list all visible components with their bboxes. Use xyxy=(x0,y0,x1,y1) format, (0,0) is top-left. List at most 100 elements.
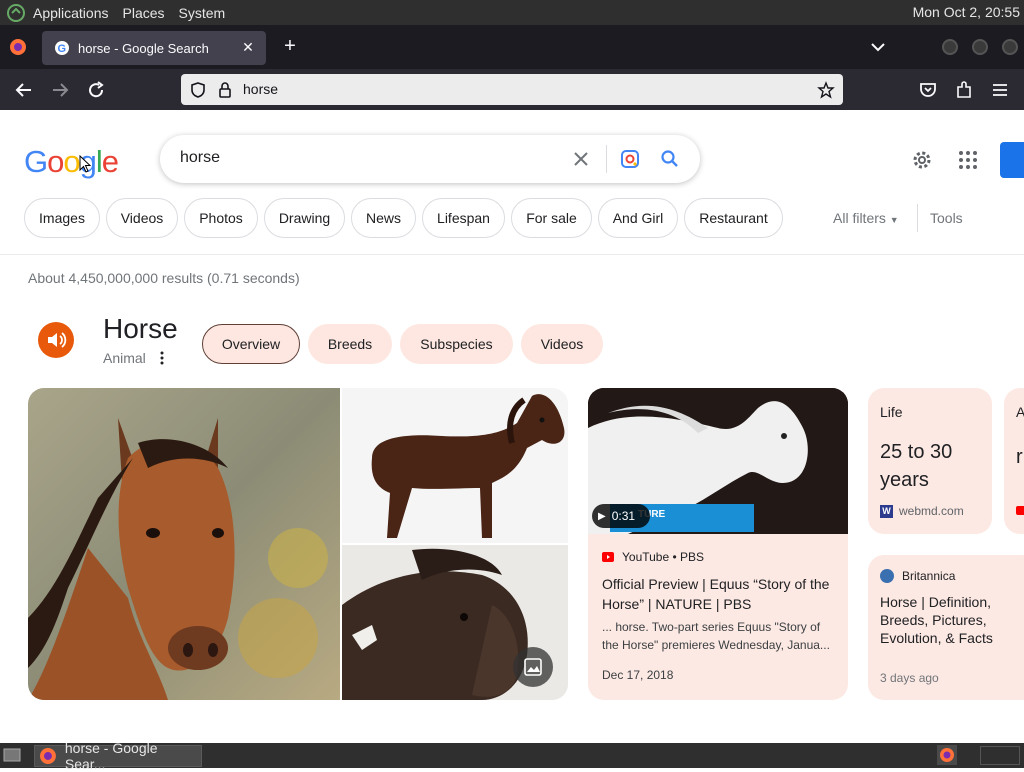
show-desktop-icon[interactable] xyxy=(3,748,21,762)
video-date: Dec 17, 2018 xyxy=(602,668,674,682)
tab-subspecies[interactable]: Subspecies xyxy=(400,324,513,364)
britannica-source: Britannica xyxy=(902,569,956,583)
settings-gear-icon[interactable] xyxy=(910,148,934,172)
top-panel: Applications Places System Mon Oct 2, 20… xyxy=(0,0,1024,25)
video-source: YouTube • PBS xyxy=(622,550,705,564)
menu-applications[interactable]: Applications xyxy=(26,5,116,21)
chip-photos[interactable]: Photos xyxy=(184,198,258,238)
tab-strip: G horse - Google Search ✕ + xyxy=(0,25,1024,69)
new-tab-button[interactable]: + xyxy=(278,35,302,59)
search-divider xyxy=(606,145,607,173)
lifespan-card[interactable]: Life 25 to 30 years W webmd.com xyxy=(868,388,992,534)
britannica-card[interactable]: Britannica Horse | Definition, Breeds, P… xyxy=(868,555,1024,700)
address-bar[interactable]: horse xyxy=(181,74,843,105)
britannica-title[interactable]: Horse | Definition, Breeds, Pictures, Ev… xyxy=(880,593,1000,647)
sign-in-button[interactable] xyxy=(1000,142,1024,178)
tab-google-search[interactable]: G horse - Google Search ✕ xyxy=(42,31,266,65)
svg-text:G: G xyxy=(58,43,67,55)
header-divider xyxy=(0,254,1024,255)
tools-button[interactable]: Tools xyxy=(930,210,963,226)
tab-videos[interactable]: Videos xyxy=(521,324,603,364)
britannica-date: 3 days ago xyxy=(880,671,939,685)
britannica-icon xyxy=(880,569,894,583)
chip-restaurant[interactable]: Restaurant xyxy=(684,198,783,238)
chip-videos[interactable]: Videos xyxy=(106,198,178,238)
all-filters-button[interactable]: All filters ▼ xyxy=(833,210,899,226)
url-text[interactable]: horse xyxy=(243,81,278,97)
lifespan-source-row: W webmd.com xyxy=(880,504,964,518)
clear-icon[interactable] xyxy=(570,148,592,170)
chevron-down-icon[interactable] xyxy=(868,37,888,57)
menu-places[interactable]: Places xyxy=(116,5,172,21)
image-search-button[interactable] xyxy=(513,647,553,687)
google-apps-icon[interactable] xyxy=(956,148,980,172)
close-tab-icon[interactable]: ✕ xyxy=(238,37,258,57)
clock[interactable]: Mon Oct 2, 20:55 xyxy=(913,4,1020,20)
reload-icon[interactable] xyxy=(85,79,107,101)
video-thumbnail[interactable]: TURE ▶ 0:31 xyxy=(588,388,848,534)
next-card-partial[interactable]: A r xyxy=(1004,388,1024,534)
entity-subtitle: Animal xyxy=(103,350,146,366)
horse-image-main[interactable] xyxy=(28,388,340,700)
taskbar-window-title: horse - Google Sear... xyxy=(64,740,158,772)
youtube-icon xyxy=(602,552,614,562)
firefox-menu-icon[interactable] xyxy=(8,37,28,57)
workspace-switcher[interactable] xyxy=(980,746,1020,765)
google-favicon-icon: G xyxy=(55,41,69,55)
image-icon xyxy=(524,658,542,676)
lock-icon[interactable] xyxy=(216,81,234,99)
firefox-icon xyxy=(39,748,56,764)
menu-system[interactable]: System xyxy=(172,5,233,21)
next-card-letter-2: r xyxy=(1016,446,1023,468)
gnome-logo-icon[interactable] xyxy=(6,3,26,23)
search-query[interactable]: horse xyxy=(180,149,220,167)
search-icon[interactable] xyxy=(659,148,681,170)
horse-head-image xyxy=(28,388,340,700)
google-lens-icon[interactable] xyxy=(619,148,641,170)
close-window-button[interactable] xyxy=(1002,39,1018,55)
tab-overview[interactable]: Overview xyxy=(202,324,300,364)
all-filters-label: All filters xyxy=(833,210,886,226)
maximize-button[interactable] xyxy=(972,39,988,55)
horse-image-pony[interactable] xyxy=(342,545,568,700)
youtube-icon-small xyxy=(1016,506,1024,515)
video-source-row: YouTube • PBS xyxy=(602,550,704,564)
search-box[interactable]: horse xyxy=(160,135,700,183)
standing-horse-image xyxy=(342,388,568,543)
forward-icon[interactable] xyxy=(49,79,71,101)
video-snippet: ... horse. Two-part series Equus "Story … xyxy=(602,620,830,652)
webmd-icon: W xyxy=(880,504,893,518)
video-card[interactable]: TURE ▶ 0:31 YouTube • PBS Official Previe… xyxy=(588,388,848,700)
speaker-icon xyxy=(48,332,67,348)
chip-lifespan[interactable]: Lifespan xyxy=(422,198,505,238)
chip-drawing[interactable]: Drawing xyxy=(264,198,345,238)
extensions-icon[interactable] xyxy=(953,79,975,101)
lifespan-source: webmd.com xyxy=(899,504,964,518)
speaker-button[interactable] xyxy=(38,322,74,358)
tray-firefox-icon[interactable] xyxy=(937,745,957,765)
tab-breeds[interactable]: Breeds xyxy=(308,324,392,364)
google-logo[interactable]: Google xyxy=(24,144,119,180)
lifespan-label: Life xyxy=(880,404,903,420)
chip-images[interactable]: Images xyxy=(24,198,100,238)
back-icon[interactable] xyxy=(13,79,35,101)
chip-news[interactable]: News xyxy=(351,198,416,238)
minimize-button[interactable] xyxy=(942,39,958,55)
video-duration: 0:31 xyxy=(611,509,636,523)
video-title[interactable]: Official Preview | Equus “Story of the H… xyxy=(602,574,838,614)
result-stats: About 4,450,000,000 results (0.71 second… xyxy=(28,270,300,286)
bookmark-star-icon[interactable] xyxy=(817,81,835,99)
shield-icon[interactable] xyxy=(189,81,207,99)
next-card-letter: A xyxy=(1016,404,1024,420)
pocket-icon[interactable] xyxy=(917,79,939,101)
nav-toolbar: horse xyxy=(0,69,1024,110)
chip-for-sale[interactable]: For sale xyxy=(511,198,592,238)
bottom-taskbar: horse - Google Sear... xyxy=(0,740,1024,772)
taskbar-firefox-window[interactable]: horse - Google Sear... xyxy=(34,740,202,772)
chip-and-girl[interactable]: And Girl xyxy=(598,198,678,238)
caret-down-icon: ▼ xyxy=(889,215,899,225)
hamburger-menu-icon[interactable] xyxy=(989,79,1011,101)
play-icon: ▶ xyxy=(598,510,606,522)
more-options-icon[interactable] xyxy=(157,350,167,366)
horse-image-standing[interactable] xyxy=(342,388,568,543)
